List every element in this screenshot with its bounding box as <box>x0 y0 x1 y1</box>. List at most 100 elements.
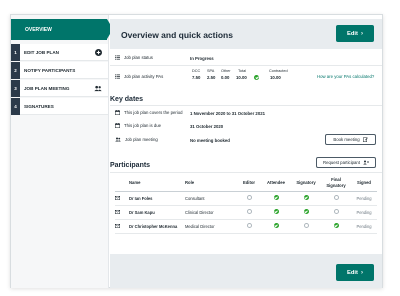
mail-icon[interactable] <box>115 195 120 200</box>
check-circle-icon <box>303 195 309 200</box>
step-number: 3 <box>11 79 20 97</box>
mail-icon[interactable] <box>115 209 120 214</box>
col-editor: Editor <box>242 180 256 186</box>
key-date-label: This job plan covers the period <box>124 110 183 115</box>
calendar-icon <box>115 123 120 128</box>
participant-role: Medical Director <box>185 223 215 229</box>
app-window: OVERVIEW 1 EDIT JOB PLAN 2 NOTIFY PARTIC… <box>10 14 383 288</box>
key-date-row-due: This job plan is due <box>115 123 161 128</box>
edit-button-top[interactable]: Edit › <box>336 25 374 42</box>
participant-name: Dr Christopher McKenna <box>129 223 178 229</box>
nav-signatures[interactable]: 4 SIGNATURES <box>11 97 108 115</box>
request-participant-label: Request participant <box>322 160 361 165</box>
key-date-row-meeting: Job plan meeting <box>115 137 158 142</box>
list-icon <box>115 74 120 79</box>
nav-label: NOTIFY PARTICIPANTS <box>24 67 76 73</box>
unchecked-circle-icon <box>246 223 252 228</box>
nav-label: JOB PLAN MEETING <box>24 85 70 91</box>
mail-icon[interactable] <box>115 223 120 228</box>
signed-status: Pending <box>356 209 372 215</box>
table-row: Dr Sam Kapu Clinical Director Pending <box>115 205 377 219</box>
edit-button-bottom[interactable]: Edit › <box>336 264 374 281</box>
key-date-label: Job plan meeting <box>125 137 158 142</box>
sidebar: OVERVIEW 1 EDIT JOB PLAN 2 NOTIFY PARTIC… <box>11 15 113 288</box>
unchecked-circle-icon <box>246 195 252 200</box>
step-number: 2 <box>11 61 20 79</box>
book-meeting-label: Book meeting <box>333 137 360 142</box>
key-date-value: No meeting booked <box>190 137 230 143</box>
col-signatory: Signatory <box>296 180 316 186</box>
pa-value-spa: 2.50 <box>207 75 216 80</box>
step-number: 4 <box>11 97 20 115</box>
page-title: Overview and quick actions <box>121 30 233 40</box>
nav-edit-job-plan[interactable]: 1 EDIT JOB PLAN <box>11 43 108 61</box>
nav-notify-participants[interactable]: 2 NOTIFY PARTICIPANTS <box>11 61 108 79</box>
pa-head-contracted: Contracted <box>269 69 288 73</box>
check-circle-icon <box>303 209 309 214</box>
check-circle-icon <box>273 223 279 228</box>
key-date-row-period: This job plan covers the period <box>115 110 183 115</box>
people-icon <box>94 85 102 92</box>
participants-title: Participants <box>110 162 151 169</box>
check-circle-icon <box>254 75 259 80</box>
col-final-signatory: Final Signatory <box>326 177 346 188</box>
nav-overview[interactable]: OVERVIEW <box>11 19 113 40</box>
key-date-label: This job plan is due <box>124 123 162 128</box>
nav-label: SIGNATURES <box>24 103 54 109</box>
pa-value-total: 10.00 <box>236 75 247 80</box>
col-role: Role <box>185 180 195 186</box>
key-date-value: 31 October 2020 <box>190 123 224 129</box>
nav-overview-label: OVERVIEW <box>25 26 52 33</box>
plus-circle-icon <box>95 49 102 56</box>
pa-head-spa: SPA <box>207 69 215 73</box>
participant-role: Consultant <box>185 195 205 201</box>
status-label: Job plan status <box>124 55 153 60</box>
edit-label: Edit <box>347 269 358 276</box>
divider <box>110 172 382 173</box>
edit-label: Edit <box>347 30 358 37</box>
table-row: Dr Christopher McKenna Medical Director … <box>115 219 377 233</box>
signed-status: Pending <box>356 195 372 201</box>
nav-label: EDIT JOB PLAN <box>24 49 59 55</box>
pa-head-total: Total <box>238 69 247 73</box>
unchecked-circle-icon <box>303 223 309 228</box>
divider <box>110 65 382 66</box>
nav-job-plan-meeting[interactable]: 3 JOB PLAN MEETING <box>11 79 108 97</box>
book-meeting-button[interactable]: Book meeting <box>325 134 376 145</box>
divider <box>110 105 382 106</box>
request-participant-button[interactable]: Request participant <box>316 157 376 168</box>
step-number: 1 <box>11 43 20 61</box>
table-row: Dr Ian Foles Consultant Pending <box>115 191 377 205</box>
col-signed: Signed <box>357 180 371 186</box>
pa-value-contracted: 10.00 <box>270 75 281 80</box>
col-name: Name <box>129 180 141 186</box>
status-value: In Progress <box>190 55 214 61</box>
people-icon <box>115 137 121 142</box>
signed-status: Pending <box>356 223 372 229</box>
pa-calculation-link[interactable]: How are your PAs calculated? <box>317 74 374 79</box>
main-panel: Overview and quick actions Edit › Job pla… <box>110 15 382 288</box>
unchecked-circle-icon <box>333 195 339 200</box>
check-circle-icon <box>333 223 339 228</box>
chevron-right-icon: › <box>360 30 363 37</box>
key-date-value: 1 November 2020 to 31 October 2021 <box>190 110 265 116</box>
calendar-icon <box>115 110 120 115</box>
chevron-right-icon: › <box>360 269 363 276</box>
add-person-icon <box>363 160 370 165</box>
key-dates-title: Key dates <box>110 96 144 103</box>
pas-label: Job plan activity PAs <box>124 74 164 79</box>
pa-value-other: 0.00 <box>221 75 230 80</box>
participant-role: Clinical Director <box>185 209 214 215</box>
unchecked-circle-icon <box>333 209 339 214</box>
participant-name: Dr Ian Foles <box>129 195 153 201</box>
list-icon <box>115 55 120 60</box>
pa-head-other: Other <box>221 69 231 73</box>
col-attendee: Attendee <box>267 180 285 186</box>
job-plan-status-row: Job plan status <box>115 55 153 60</box>
edit-icon <box>362 137 368 142</box>
pas-row: Job plan activity PAs <box>115 74 163 79</box>
check-circle-icon <box>273 195 279 200</box>
participant-name: Dr Sam Kapu <box>129 209 155 215</box>
unchecked-circle-icon <box>246 209 252 214</box>
pa-value-dcc: 7.50 <box>192 75 201 80</box>
